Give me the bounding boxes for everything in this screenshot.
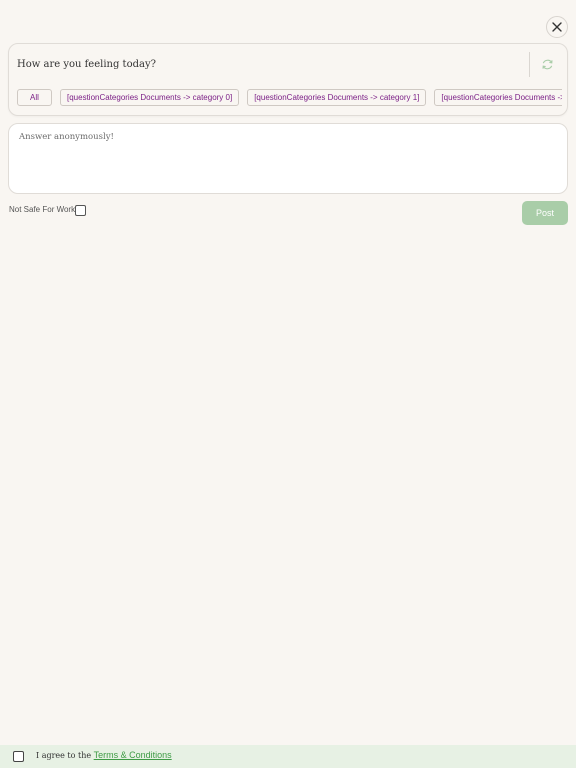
- close-button[interactable]: [546, 16, 568, 38]
- question-text: How are you feeling today?: [17, 59, 156, 70]
- terms-footer: I agree to the Terms & Conditions: [0, 745, 576, 768]
- category-chips: All [questionCategories Documents -> cat…: [17, 89, 562, 107]
- divider: [529, 52, 530, 77]
- agree-text: I agree to the: [36, 751, 94, 760]
- post-button[interactable]: Post: [522, 201, 568, 225]
- refresh-icon: [541, 59, 553, 69]
- chip-category-2[interactable]: [questionCategories Documents -> categor…: [434, 89, 562, 106]
- chip-category-0[interactable]: [questionCategories Documents -> categor…: [60, 89, 240, 106]
- answer-input[interactable]: [8, 123, 568, 194]
- question-card: How are you feeling today? All [question…: [8, 43, 568, 116]
- close-icon: [552, 22, 562, 32]
- nsfw-label: Not Safe For Work: [9, 205, 76, 214]
- chip-all[interactable]: All: [17, 89, 52, 106]
- chip-category-1[interactable]: [questionCategories Documents -> categor…: [247, 89, 427, 106]
- refresh-button[interactable]: [539, 56, 555, 72]
- terms-checkbox[interactable]: [13, 751, 24, 762]
- terms-link[interactable]: Terms & Conditions: [94, 750, 172, 760]
- terms-text: I agree to the Terms & Conditions: [36, 750, 172, 760]
- nsfw-checkbox[interactable]: [75, 205, 86, 216]
